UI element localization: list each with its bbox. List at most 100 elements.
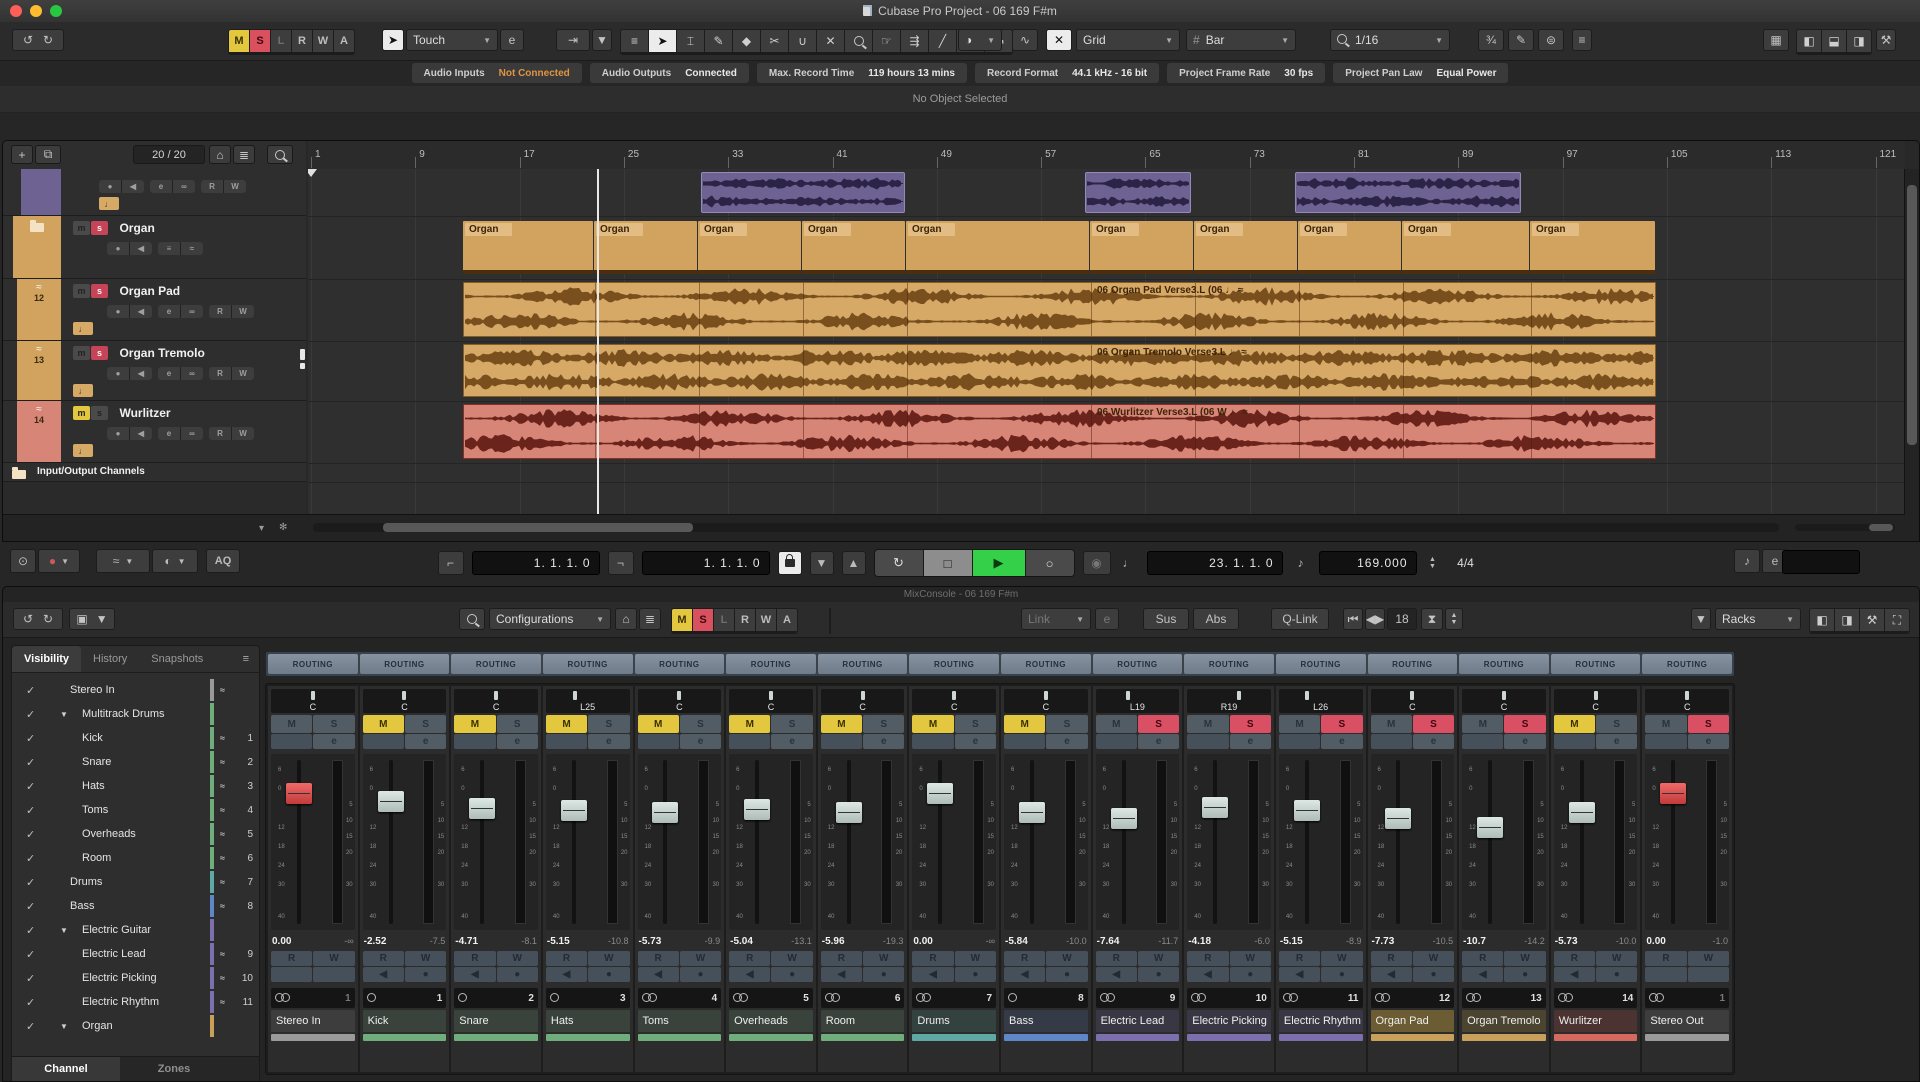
volume-value[interactable]: -4.18 (1188, 936, 1211, 947)
solo-button[interactable]: S (1138, 715, 1179, 733)
draw-tool[interactable]: ✎ (705, 30, 732, 52)
channel-name[interactable]: Organ Tremolo (1462, 1010, 1546, 1032)
bottom-tab-zones[interactable]: Zones (120, 1057, 228, 1081)
status-audio-outputs[interactable]: Audio OutputsConnected (590, 63, 749, 83)
pan-control[interactable]: L26 (1279, 689, 1363, 713)
auto-scroll-dropdown[interactable]: ▼ (592, 29, 612, 51)
mute-button[interactable]: M (1554, 715, 1595, 733)
routing-cell-organ-pad[interactable]: ROUTING (1368, 654, 1458, 674)
routing-cell-electric-picking[interactable]: ROUTING (1184, 654, 1274, 674)
folder-expand-icon[interactable]: ▼ (60, 710, 68, 719)
metronome-click-icon[interactable]: ♪ (1734, 549, 1760, 573)
freeze-icon[interactable]: ∞ (181, 305, 203, 318)
play-button[interactable]: ▶ (973, 550, 1025, 576)
routing-cell-overheads[interactable]: ROUTING (726, 654, 816, 674)
visibility-item-bass[interactable]: ✓Bass ≈8 (12, 894, 259, 918)
fader-handle[interactable] (1477, 817, 1503, 838)
qlink-button[interactable]: Q-Link (1271, 608, 1329, 630)
mix-right-zone-icon[interactable]: ◨ (1835, 609, 1859, 631)
mix-left-zone-icon[interactable]: ◧ (1810, 609, 1834, 631)
edit-channel-button[interactable]: e (680, 734, 721, 749)
volume-value[interactable]: -5.15 (547, 936, 570, 947)
visible-checkmark-icon[interactable]: ✓ (26, 1020, 35, 1033)
pan-control[interactable]: R19 (1187, 689, 1271, 713)
peak-value[interactable]: -∞ (986, 936, 995, 946)
solo-button[interactable]: S (1046, 715, 1087, 733)
object-select-tool[interactable]: ➤ (649, 30, 676, 52)
horizontal-scroll-thumb[interactable] (383, 523, 693, 532)
record-enable-button[interactable]: ● (1230, 967, 1271, 982)
listen-button[interactable] (1187, 734, 1228, 749)
track-row-input-output-channels[interactable]: Input/Output Channels (3, 463, 306, 482)
configurations-dropdown[interactable]: Configurations▼ (489, 608, 611, 630)
record-enable-button[interactable]: ● (680, 967, 721, 982)
peak-value[interactable]: -10.0 (1066, 936, 1087, 946)
audio-event-purple[interactable] (1085, 172, 1191, 213)
edit-channel-button[interactable]: e (1688, 734, 1729, 749)
mute-button[interactable]: M (638, 715, 679, 733)
cycle-button[interactable]: ↻ (875, 550, 923, 576)
edit-channel-button[interactable]: e (771, 734, 812, 749)
freeze-icon[interactable]: ∞ (181, 367, 203, 380)
edit-channel-button[interactable]: e (1230, 734, 1271, 749)
channel-name[interactable]: Organ Pad (1371, 1010, 1455, 1032)
folder-expand-icon[interactable]: ▼ (60, 1022, 68, 1031)
peak-value[interactable]: -10.5 (1433, 936, 1454, 946)
channel-name[interactable]: Electric Picking (1187, 1010, 1271, 1032)
monitor-button[interactable]: ◀ (1554, 967, 1595, 982)
bottom-tab-channel[interactable]: Channel (12, 1057, 120, 1081)
record-enable-button[interactable]: ● (771, 967, 812, 982)
automation-mode-dropdown[interactable]: Touch▼ (406, 29, 498, 51)
visible-checkmark-icon[interactable]: ✓ (26, 780, 35, 793)
peak-value[interactable]: -7.5 (430, 936, 446, 946)
quantize-panel-icon[interactable]: ⊜ (1538, 29, 1564, 51)
monitor-icon[interactable]: ◀ (130, 427, 152, 440)
volume-value[interactable]: -7.64 (1097, 936, 1120, 947)
fader-handle[interactable] (561, 800, 587, 821)
read-automation-button[interactable]: R (1554, 951, 1595, 966)
track-home-icon[interactable]: ⌂ (209, 145, 231, 164)
pan-control[interactable]: C (638, 689, 722, 713)
freeze-icon[interactable]: ∞ (173, 180, 195, 193)
audio-event-organ-pad[interactable]: 06 Organ Pad Verse3.L (06 ♩ ≈ (463, 282, 1656, 337)
visibility-item-electric-rhythm[interactable]: ✓Electric Rhythm ≈11 (12, 990, 259, 1014)
visible-checkmark-icon[interactable]: ✓ (26, 828, 35, 841)
divider-handle-2[interactable] (300, 363, 305, 369)
freeze-icon[interactable]: ∞ (181, 427, 203, 440)
monitor-button[interactable]: ◀ (546, 967, 587, 982)
folder-icon[interactable] (30, 223, 44, 232)
solo-button[interactable]: S (405, 715, 446, 733)
record-enable-button[interactable]: ● (1046, 967, 1087, 982)
zoom-tool[interactable] (845, 30, 872, 52)
listen-button[interactable] (638, 734, 679, 749)
visibility-item-electric-guitar[interactable]: ✓▼Electric Guitar (12, 918, 259, 942)
visibility-item-stereo-in[interactable]: ✓Stereo In ≈ (12, 678, 259, 702)
visible-checkmark-icon[interactable]: ✓ (26, 756, 35, 769)
add-track-button[interactable]: + (11, 145, 33, 164)
goto-left-locator-icon[interactable]: ⌐ (438, 551, 464, 575)
fader-handle[interactable] (1660, 783, 1686, 804)
audio-event-purple[interactable] (1295, 172, 1521, 213)
link-dropdown[interactable]: Link▼ (1021, 608, 1091, 630)
channel-name[interactable]: Electric Rhythm (1279, 1010, 1363, 1032)
record-enable-button[interactable]: ● (863, 967, 904, 982)
lock-punch-icon[interactable] (778, 551, 802, 575)
fader-handle[interactable] (927, 783, 953, 804)
channel-name[interactable]: Electric Lead (1096, 1010, 1180, 1032)
abs-button[interactable]: Abs (1193, 608, 1239, 630)
visibility-item-electric-picking[interactable]: ✓Electric Picking ≈10 (12, 966, 259, 990)
channel-name[interactable]: Drums (912, 1010, 996, 1032)
pan-control[interactable]: L25 (546, 689, 630, 713)
write-automation-button[interactable]: W (771, 951, 812, 966)
solo-button[interactable]: S (680, 715, 721, 733)
monitor-button[interactable]: ◀ (454, 967, 495, 982)
write-automation-icon[interactable]: W (232, 305, 254, 318)
mute-button[interactable]: m (73, 346, 90, 360)
visible-checkmark-icon[interactable]: ✓ (26, 900, 35, 913)
monitor-button[interactable]: ◀ (1371, 967, 1412, 982)
automation-l-button[interactable]: L (271, 30, 291, 52)
write-automation-button[interactable]: W (1688, 951, 1729, 966)
locator-marker[interactable] (308, 169, 317, 177)
routing-cell-room[interactable]: ROUTING (818, 654, 908, 674)
mute-button[interactable]: m (73, 284, 90, 298)
